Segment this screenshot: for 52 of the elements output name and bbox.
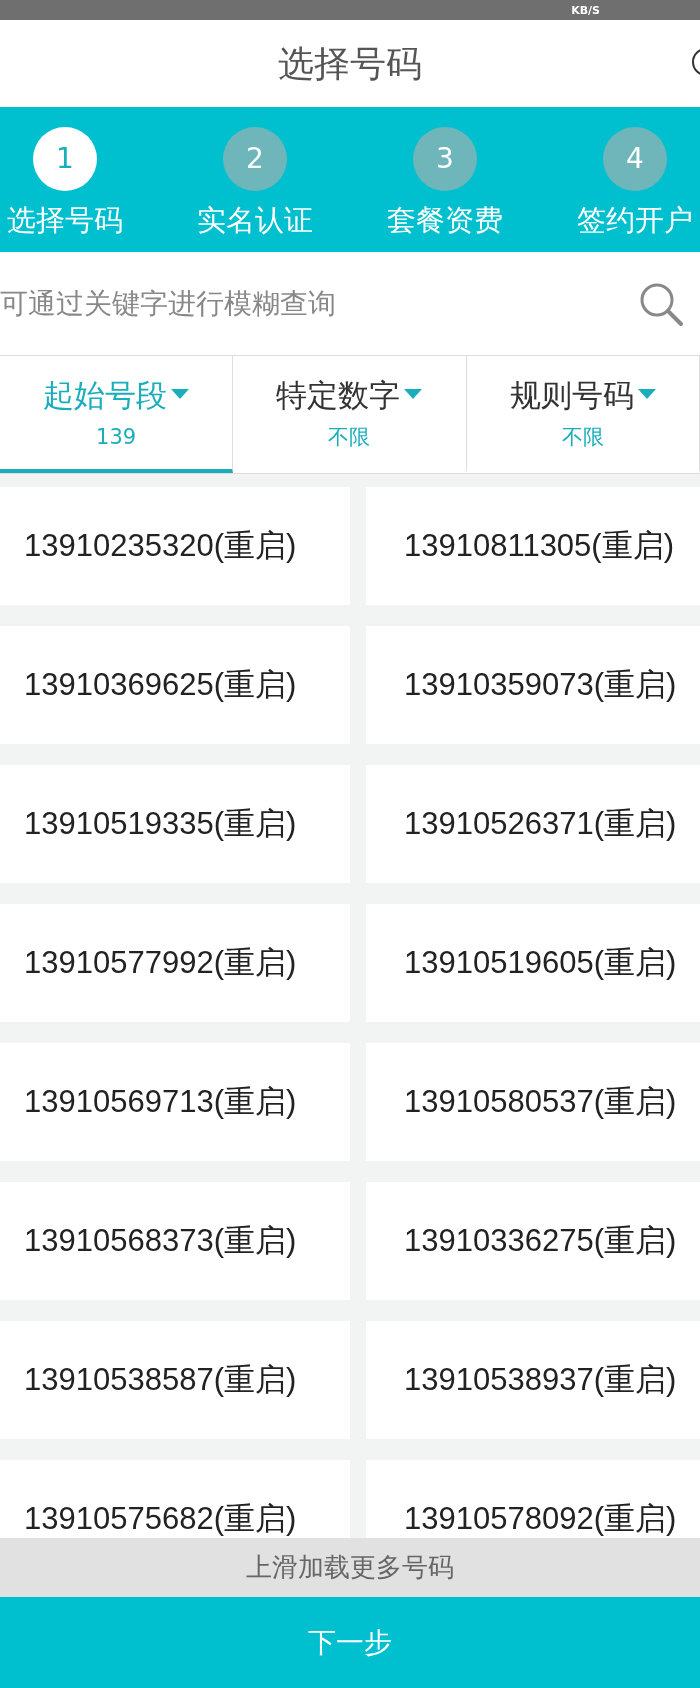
number-card[interactable]: 13910568373(重启) [0,1182,350,1300]
dropdown-icon [171,389,190,401]
step-label: 签约开户 [577,202,693,239]
number-card[interactable]: 13910538937(重启) [366,1321,700,1439]
number-card[interactable]: 13910519605(重启) [366,904,700,1022]
phone-number: 13910519605(重启) [404,943,677,982]
number-card[interactable]: 13910578092(重启) [366,1460,700,1538]
number-card[interactable]: 13910569713(重启) [0,1043,350,1161]
filter-label: 特定数字 [276,375,401,415]
step-label: 实名认证 [197,202,313,239]
page-title: 选择号码 [278,41,422,86]
filter-value: 不限 [328,424,371,451]
step-label: 选择号码 [7,202,123,239]
dropdown-icon [404,389,423,401]
search-icon[interactable] [638,281,684,327]
number-card[interactable]: 13910538587(重启) [0,1321,350,1439]
phone-number: 13910369625(重启) [24,665,297,704]
filter-label: 起始号段 [43,375,168,415]
load-more-text: 上滑加载更多号码 [246,1551,454,1584]
filter-label: 规则号码 [509,375,634,415]
number-card[interactable]: 13910235320(重启) [0,487,350,605]
dropdown-icon [637,389,656,401]
filter-tab[interactable]: 规则号码 不限 [466,356,700,473]
number-card[interactable]: 13910369625(重启) [0,626,350,744]
number-card[interactable]: 13910575682(重启) [0,1460,350,1538]
number-card[interactable]: 13910811305(重启) [366,487,700,605]
number-card[interactable]: 13910526371(重启) [366,765,700,883]
phone-number: 13910811305(重启) [404,526,674,565]
number-card[interactable]: 13910577992(重启) [0,904,350,1022]
search-field[interactable]: 可通过关键字进行模糊查询 [0,252,700,356]
phone-number: 13910580537(重启) [404,1082,677,1121]
filter-value: 139 [96,424,137,451]
phone-number: 13910336275(重启) [404,1221,677,1260]
number-card[interactable]: 13910336275(重启) [366,1182,700,1300]
filter-value: 不限 [561,424,604,451]
phone-number: 13910568373(重启) [24,1221,297,1260]
number-card[interactable]: 13910519335(重启) [0,765,350,883]
phone-number: 13910575682(重启) [24,1499,297,1538]
filter-tab[interactable]: 特定数字 不限 [233,356,467,473]
phone-number: 13910235320(重启) [24,526,297,565]
phone-number: 13910569713(重启) [24,1082,297,1121]
phone-number: 13910538937(重启) [404,1360,677,1399]
number-card[interactable]: 13910359073(重启) [366,626,700,744]
phone-number: 13910577992(重启) [24,943,297,982]
phone-number: 13910526371(重启) [404,804,677,843]
phone-number: 13910578092(重启) [404,1499,677,1538]
phone-number: 13910359073(重启) [404,665,677,704]
step-label: 套餐资费 [387,202,503,239]
phone-number: 13910519335(重启) [24,804,297,843]
net-speed-text: KB/S [571,4,600,16]
number-card[interactable]: 13910580537(重启) [366,1043,700,1161]
phone-number: 13910538587(重启) [24,1360,297,1399]
